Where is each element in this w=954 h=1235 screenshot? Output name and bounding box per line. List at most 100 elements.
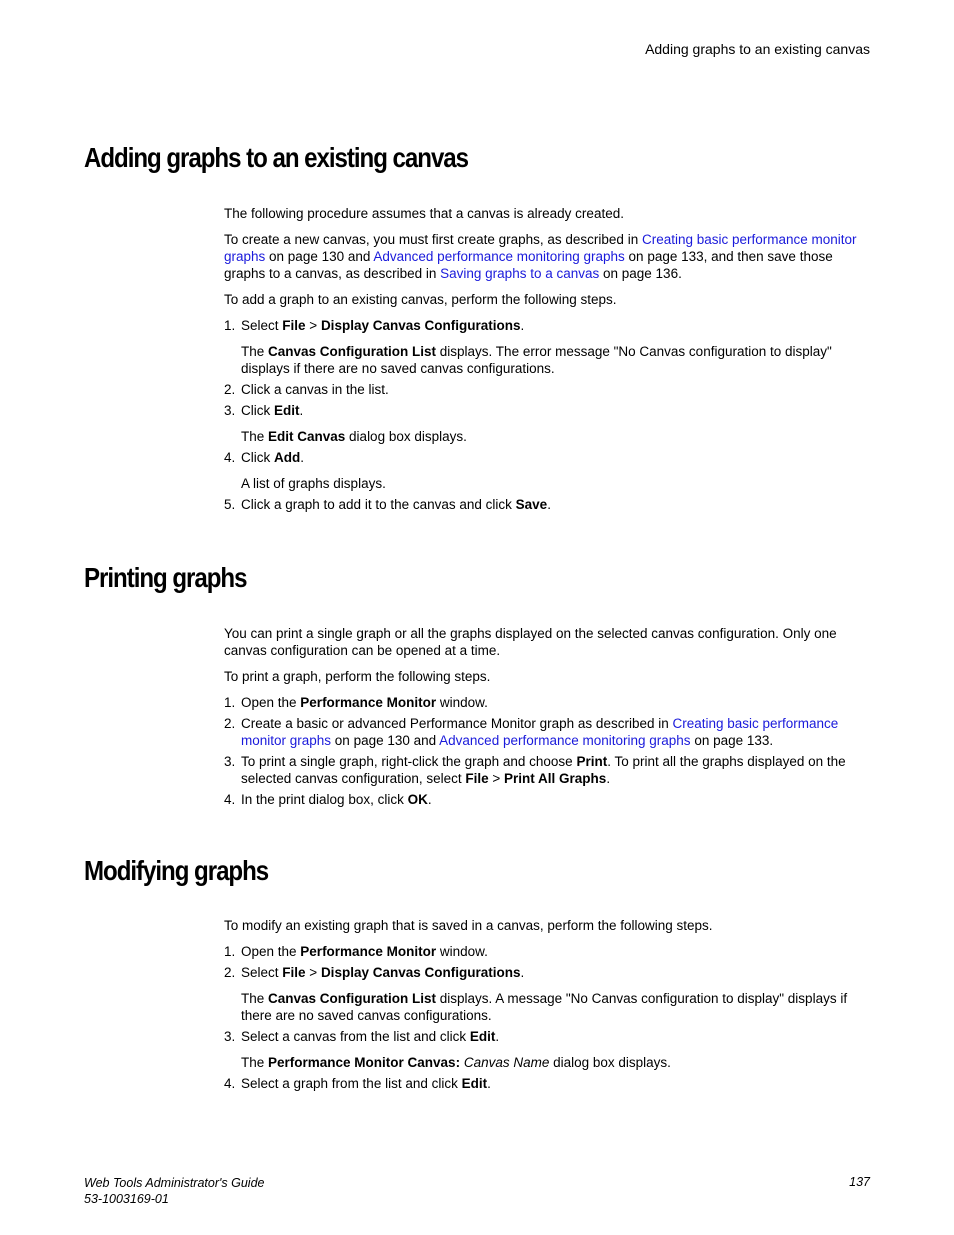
paragraph: To add a graph to an existing canvas, pe… (224, 291, 869, 308)
text: dialog box displays. (549, 1055, 671, 1070)
ui-term: Canvas Configuration List (268, 344, 437, 359)
text: . (300, 450, 305, 465)
text: Select a graph from the list and click (241, 1076, 462, 1091)
text: Click (241, 450, 274, 465)
paragraph: The following procedure assumes that a c… (224, 205, 869, 222)
step-note: A list of graphs displays. (241, 475, 869, 492)
ui-term: Print (576, 754, 608, 769)
ui-term: Canvas Configuration List (268, 991, 437, 1006)
text: Click a canvas in the list. (241, 382, 389, 397)
paragraph: To modify an existing graph that is save… (224, 917, 869, 934)
text: . (299, 403, 304, 418)
step-number: 4. (224, 450, 236, 465)
doc-number: 53-1003169-01 (84, 1192, 169, 1206)
step-number: 3. (224, 1029, 236, 1044)
section-title-adding-graphs: Adding graphs to an existing canvas (84, 142, 469, 173)
step-number: 2. (224, 382, 236, 397)
text: . (606, 771, 611, 786)
step-item: 2. Create a basic or advanced Performanc… (224, 715, 869, 749)
text: The (241, 344, 269, 359)
step-note: The Edit Canvas dialog box displays. (241, 428, 869, 445)
menu-display-canvas: Display Canvas Configurations (320, 965, 521, 980)
text: The following procedure assumes that a c… (224, 206, 624, 221)
text: To create a new canvas, you must first c… (224, 232, 642, 247)
ui-term: Edit (274, 403, 300, 418)
text: on page 136. (599, 266, 682, 281)
text: window. (436, 944, 488, 959)
step-note: The Performance Monitor Canvas: Canvas N… (241, 1054, 869, 1071)
text: on page 133. (690, 733, 774, 748)
text: . (427, 792, 432, 807)
step-number: 3. (224, 754, 236, 769)
text: To modify an existing graph that is save… (224, 918, 713, 933)
section-body-printing-graphs: You can print a single graph or all the … (224, 625, 869, 812)
step-number: 1. (224, 695, 236, 710)
ui-term: Performance Monitor (300, 944, 437, 959)
guide-title: Web Tools Administrator's Guide (84, 1176, 265, 1190)
steps-list: 1. Open the Performance Monitor window. … (224, 943, 869, 1092)
section-title-printing-graphs: Printing graphs (84, 562, 247, 593)
link-advanced-graphs[interactable]: Advanced performance monitoring graphs (373, 249, 624, 264)
link-advanced-graphs[interactable]: Advanced performance monitoring graphs (439, 733, 690, 748)
step-item: 3. Click Edit. The Edit Canvas dialog bo… (224, 402, 869, 445)
placeholder-term: Canvas Name (460, 1055, 550, 1070)
menu-file: File (465, 771, 489, 786)
text: Click a graph to add it to the canvas an… (241, 497, 516, 512)
ui-term: OK (407, 792, 428, 807)
step-item: 1. Open the Performance Monitor window. (224, 694, 869, 711)
link-saving-graphs[interactable]: Saving graphs to a canvas (440, 266, 599, 281)
ui-term: Performance Monitor Canvas: (268, 1055, 461, 1070)
text: > (305, 318, 321, 333)
paragraph: To print a graph, perform the following … (224, 668, 869, 685)
step-item: 3. Select a canvas from the list and cli… (224, 1028, 869, 1071)
text: To add a graph to an existing canvas, pe… (224, 292, 617, 307)
menu-print-all: Print All Graphs (504, 771, 607, 786)
text: . (520, 318, 525, 333)
steps-list: 1. Select File > Display Canvas Configur… (224, 317, 869, 513)
step-number: 5. (224, 497, 236, 512)
text: A list of graphs displays. (241, 476, 386, 491)
text: You can print a single graph or all the … (224, 626, 837, 658)
menu-file: File (282, 965, 306, 980)
step-item: 1. Select File > Display Canvas Configur… (224, 317, 869, 377)
text: Select a canvas from the list and click (241, 1029, 470, 1044)
ui-term: Edit (469, 1029, 496, 1044)
text: To print a graph, perform the following … (224, 669, 491, 684)
text: Open the (241, 695, 301, 710)
text: on page 130 and (331, 733, 440, 748)
step-note: The Canvas Configuration List displays. … (241, 990, 869, 1024)
text: The (241, 991, 269, 1006)
step-number: 3. (224, 403, 236, 418)
text: Select (241, 965, 283, 980)
step-item: 3. To print a single graph, right-click … (224, 753, 869, 787)
step-item: 4. Select a graph from the list and clic… (224, 1075, 869, 1092)
text: Open the (241, 944, 301, 959)
step-item: 5. Click a graph to add it to the canvas… (224, 496, 869, 513)
step-number: 4. (224, 1076, 236, 1091)
section-title-modifying-graphs: Modifying graphs (84, 855, 269, 886)
ui-term: Save (515, 497, 548, 512)
step-item: 2. Click a canvas in the list. (224, 381, 869, 398)
text: . (495, 1029, 500, 1044)
paragraph: To create a new canvas, you must first c… (224, 231, 869, 282)
step-number: 2. (224, 965, 236, 980)
ui-term: Edit Canvas (268, 429, 346, 444)
text: > (305, 965, 321, 980)
ui-term: Performance Monitor (300, 695, 437, 710)
step-number: 1. (224, 318, 236, 333)
step-note: The Canvas Configuration List displays. … (241, 343, 869, 377)
text: Click (241, 403, 274, 418)
text: > (488, 771, 505, 786)
text: dialog box displays. (345, 429, 467, 444)
section-body-modifying-graphs: To modify an existing graph that is save… (224, 917, 869, 1096)
text: To print a single graph, right-click the… (241, 754, 577, 769)
ui-term: Edit (461, 1076, 488, 1091)
running-header: Adding graphs to an existing canvas (645, 41, 870, 57)
ui-term: Add (274, 450, 301, 465)
text: The (241, 429, 269, 444)
step-item: 1. Open the Performance Monitor window. (224, 943, 869, 960)
step-number: 4. (224, 792, 236, 807)
step-item: 4. Click Add. A list of graphs displays. (224, 449, 869, 492)
steps-list: 1. Open the Performance Monitor window. … (224, 694, 869, 808)
step-item: 4. In the print dialog box, click OK. (224, 791, 869, 808)
